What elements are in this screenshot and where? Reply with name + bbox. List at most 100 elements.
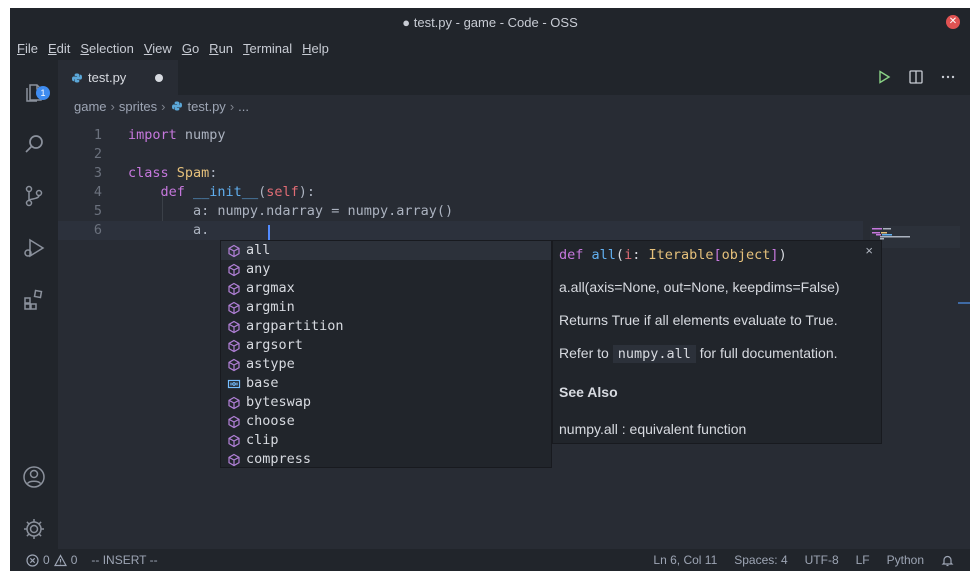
error-count: 0	[43, 553, 50, 567]
menu-selection[interactable]: Selection	[80, 41, 133, 56]
cursor-position[interactable]: Ln 6, Col 11	[653, 553, 717, 567]
sig-type-inner: object	[721, 247, 771, 263]
code-text: import numpy	[128, 126, 226, 145]
suggestion-label: compress	[246, 451, 312, 467]
split-editor-icon[interactable]	[908, 69, 924, 85]
notifications-bell-icon[interactable]	[941, 554, 954, 567]
line-ending[interactable]: LF	[856, 553, 870, 567]
run-debug-icon[interactable]	[22, 236, 46, 260]
suggestion-item[interactable]: argmax	[221, 279, 551, 298]
signature: def all(i: Iterable[object])	[559, 247, 787, 263]
extensions-icon[interactable]	[22, 288, 46, 312]
sig-open: (	[615, 247, 625, 263]
settings-gear-icon[interactable]	[22, 517, 46, 541]
suggestion-item[interactable]: astype	[221, 355, 551, 374]
suggestion-item[interactable]: compress	[221, 450, 551, 469]
sig-name: all	[591, 247, 616, 263]
menu-view[interactable]: View	[144, 41, 172, 56]
python-file-icon	[72, 73, 82, 82]
suggestion-list[interactable]: all any argmax argmin argpartition argsort ast…	[220, 240, 552, 468]
breadcrumb-symbol[interactable]: ...	[238, 99, 249, 114]
code-token: numpy	[176, 127, 226, 143]
sig-bracket-close: ]	[770, 247, 779, 263]
menu-file[interactable]: File	[17, 41, 38, 56]
suggestion-item[interactable]: argmin	[221, 298, 551, 317]
indentation[interactable]: Spaces: 4	[734, 553, 787, 567]
window-title: ● test.py - game - Code - OSS	[402, 14, 578, 30]
code-line[interactable]: 5 a: numpy.ndarray = numpy.array()	[58, 202, 863, 221]
menu-terminal[interactable]: Terminal	[243, 41, 292, 56]
code-line[interactable]: 2	[58, 145, 863, 164]
menu-edit[interactable]: Edit	[48, 41, 70, 56]
refer-after: for full documentation.	[695, 345, 838, 361]
suggestion-label: argsort	[246, 337, 303, 353]
suggestion-label: argmax	[246, 280, 295, 296]
scrollbar-marker[interactable]	[958, 302, 970, 304]
call-example: a.all(axis=None, out=None, keepdims=Fals…	[559, 279, 840, 295]
search-icon[interactable]	[22, 132, 46, 156]
code-text: a.	[128, 221, 209, 240]
breadcrumb-sprites[interactable]: sprites	[119, 99, 157, 114]
suggestion-item[interactable]: argpartition	[221, 317, 551, 336]
code-token: __init__	[193, 184, 259, 200]
suggestion-item[interactable]: argsort	[221, 336, 551, 355]
title-bar: ● test.py - game - Code - OSS ✕	[10, 8, 970, 36]
method-icon	[227, 396, 241, 410]
suggestion-label: byteswap	[246, 394, 312, 410]
code-text: class Spam:	[128, 164, 217, 183]
minimap[interactable]	[870, 226, 960, 248]
language-mode[interactable]: Python	[887, 553, 924, 567]
suggestion-item[interactable]: clip	[221, 431, 551, 450]
suggestion-item[interactable]: any	[221, 260, 551, 279]
encoding[interactable]: UTF-8	[805, 553, 839, 567]
more-actions-icon[interactable]	[940, 69, 956, 85]
suggestion-item[interactable]: choose	[221, 412, 551, 431]
close-details-icon[interactable]: ×	[865, 243, 873, 258]
account-icon[interactable]	[22, 465, 46, 489]
code-token: import	[128, 127, 177, 143]
code-line[interactable]: 6 a.	[58, 221, 863, 242]
line-number: 4	[93, 184, 102, 200]
menu-run[interactable]: Run	[209, 41, 233, 56]
method-icon	[227, 301, 241, 315]
code-token: :	[209, 165, 218, 181]
code-token: class	[128, 165, 169, 181]
vim-mode: -- INSERT --	[91, 553, 158, 567]
suggestion-item[interactable]: all	[221, 241, 551, 260]
suggestion-item[interactable]: byteswap	[221, 393, 551, 412]
code-line[interactable]: 1 import numpy	[58, 126, 863, 145]
suggestion-item[interactable]: base	[221, 374, 551, 393]
code-token: def	[128, 184, 185, 200]
window-close-button[interactable]: ✕	[946, 15, 960, 29]
tab-test-py[interactable]: test.py	[58, 60, 178, 95]
suggestion-label: clip	[246, 432, 279, 448]
method-icon	[227, 263, 241, 277]
run-file-icon[interactable]	[876, 69, 892, 85]
chevron-right-icon: ›	[161, 98, 166, 114]
breadcrumb-game[interactable]: game	[74, 99, 107, 114]
tab-label: test.py	[88, 70, 127, 85]
code-line[interactable]: 3 class Spam:	[58, 164, 863, 183]
source-control-icon[interactable]	[22, 184, 46, 208]
breadcrumb-test-py[interactable]: test.py	[188, 99, 226, 114]
unsaved-dot-icon[interactable]	[155, 74, 163, 82]
returns-text: Returns True if all elements evaluate to…	[559, 312, 838, 328]
sig-colon: :	[632, 247, 649, 263]
code-token: (	[258, 184, 267, 200]
activity-bar: 1	[10, 60, 58, 549]
menu-help[interactable]: Help	[302, 41, 329, 56]
menu-go[interactable]: Go	[182, 41, 199, 56]
see-also-item: numpy.all : equivalent function	[559, 421, 747, 437]
suggestion-label: argmin	[246, 299, 295, 315]
problems-indicator[interactable]: 0 0	[26, 553, 77, 567]
suggestion-label: astype	[246, 356, 295, 372]
method-icon	[227, 415, 241, 429]
code-line[interactable]: 4 def __init__(self):	[58, 183, 863, 202]
code-token: a: numpy.ndarray = numpy.array()	[128, 203, 454, 219]
method-icon	[227, 244, 241, 258]
method-icon	[227, 453, 241, 467]
error-icon	[26, 553, 39, 567]
breadcrumb: game › sprites › test.py › ...	[74, 96, 249, 116]
suggestion-label: any	[246, 261, 271, 277]
